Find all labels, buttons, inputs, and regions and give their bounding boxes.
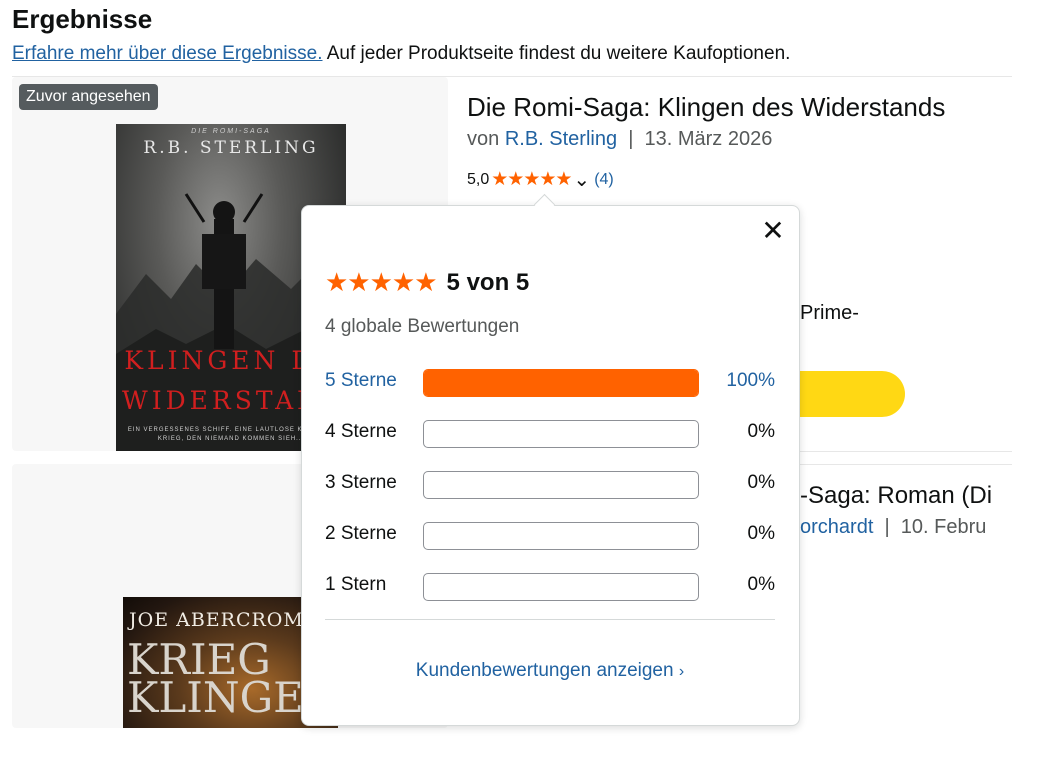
histogram-bar xyxy=(423,573,699,601)
show-reviews-link[interactable]: Kundenbewertungen anzeigen › xyxy=(325,660,775,682)
previously-viewed-badge: Zuvor angesehen xyxy=(19,84,158,110)
prime-text: Prime- xyxy=(800,302,859,324)
product1-author-link[interactable]: R.B. Sterling xyxy=(505,128,617,150)
histogram-bar-fill xyxy=(424,370,698,396)
divider xyxy=(325,619,775,620)
cover-author: R.B. STERLING xyxy=(143,138,319,158)
histogram-percent: 0% xyxy=(747,421,775,442)
histogram-percent[interactable]: 100% xyxy=(726,370,775,392)
histogram-label: 2 Sterne xyxy=(325,523,397,544)
product2-author-link[interactable]: orchardt xyxy=(800,516,873,538)
histogram-label: 3 Sterne xyxy=(325,472,397,493)
product1-rating[interactable]: 5,0 ★★★★★ ⌄ (4) xyxy=(467,168,614,191)
by-prefix: von xyxy=(467,128,505,150)
histogram-bar xyxy=(423,522,699,550)
histogram-bar xyxy=(423,420,699,448)
star-rating-icon[interactable]: ★★★★★ xyxy=(491,168,572,191)
byline-separator: | xyxy=(617,128,645,150)
product1-date: 13. März 2026 xyxy=(644,128,773,150)
histogram-percent: 0% xyxy=(747,472,775,493)
rating-value: 5,0 xyxy=(467,170,490,188)
global-ratings-count: 4 globale Bewertungen xyxy=(325,316,520,337)
histogram-label: 4 Sterne xyxy=(325,421,397,442)
results-info-text: Auf jeder Produktseite findest du weiter… xyxy=(322,43,791,64)
histogram-label: 1 Stern xyxy=(325,574,387,595)
histogram-percent: 0% xyxy=(747,523,775,544)
product1-byline: von R.B. Sterling | 13. März 2026 xyxy=(467,128,772,151)
rating-summary: ★★★★★ 5 von 5 xyxy=(325,267,529,298)
product1-title-link[interactable]: Die Romi-Saga: Klingen des Widerstands xyxy=(467,92,945,123)
byline-separator: | xyxy=(873,516,901,538)
chevron-down-icon[interactable]: ⌄ xyxy=(573,170,590,190)
histogram-bar[interactable] xyxy=(423,369,699,397)
rating-summary-text: 5 von 5 xyxy=(446,268,530,296)
histogram-label[interactable]: 5 Sterne xyxy=(325,370,397,392)
cover-author: JOE ABERCROM xyxy=(129,609,304,631)
cover-title: KRIEG KLINGE xyxy=(127,639,304,722)
results-info-link[interactable]: Erfahre mehr über diese Ergebnisse. xyxy=(12,43,323,64)
histogram-bar xyxy=(423,471,699,499)
rating-count-link[interactable]: (4) xyxy=(594,171,614,189)
product2-byline: orchardt | 10. Febru xyxy=(800,516,986,539)
results-info: Erfahre mehr über diese Ergebnisse. Auf … xyxy=(12,43,790,65)
close-icon[interactable]: ✕ xyxy=(760,217,786,245)
cover-series: DIE ROMI-SAGA xyxy=(191,128,271,135)
star-rating-icon: ★★★★★ xyxy=(325,267,438,297)
product2-date: 10. Febru xyxy=(900,516,987,538)
product2-title-link[interactable]: -Saga: Roman (Di xyxy=(800,482,992,510)
cover-title-line2: KLINGE xyxy=(127,673,304,722)
chevron-right-icon: › xyxy=(678,663,685,680)
viewport-edge xyxy=(1012,0,1041,759)
histogram-percent: 0% xyxy=(747,574,775,595)
page-title: Ergebnisse xyxy=(12,4,153,34)
show-reviews-label: Kundenbewertungen anzeigen xyxy=(415,660,674,681)
